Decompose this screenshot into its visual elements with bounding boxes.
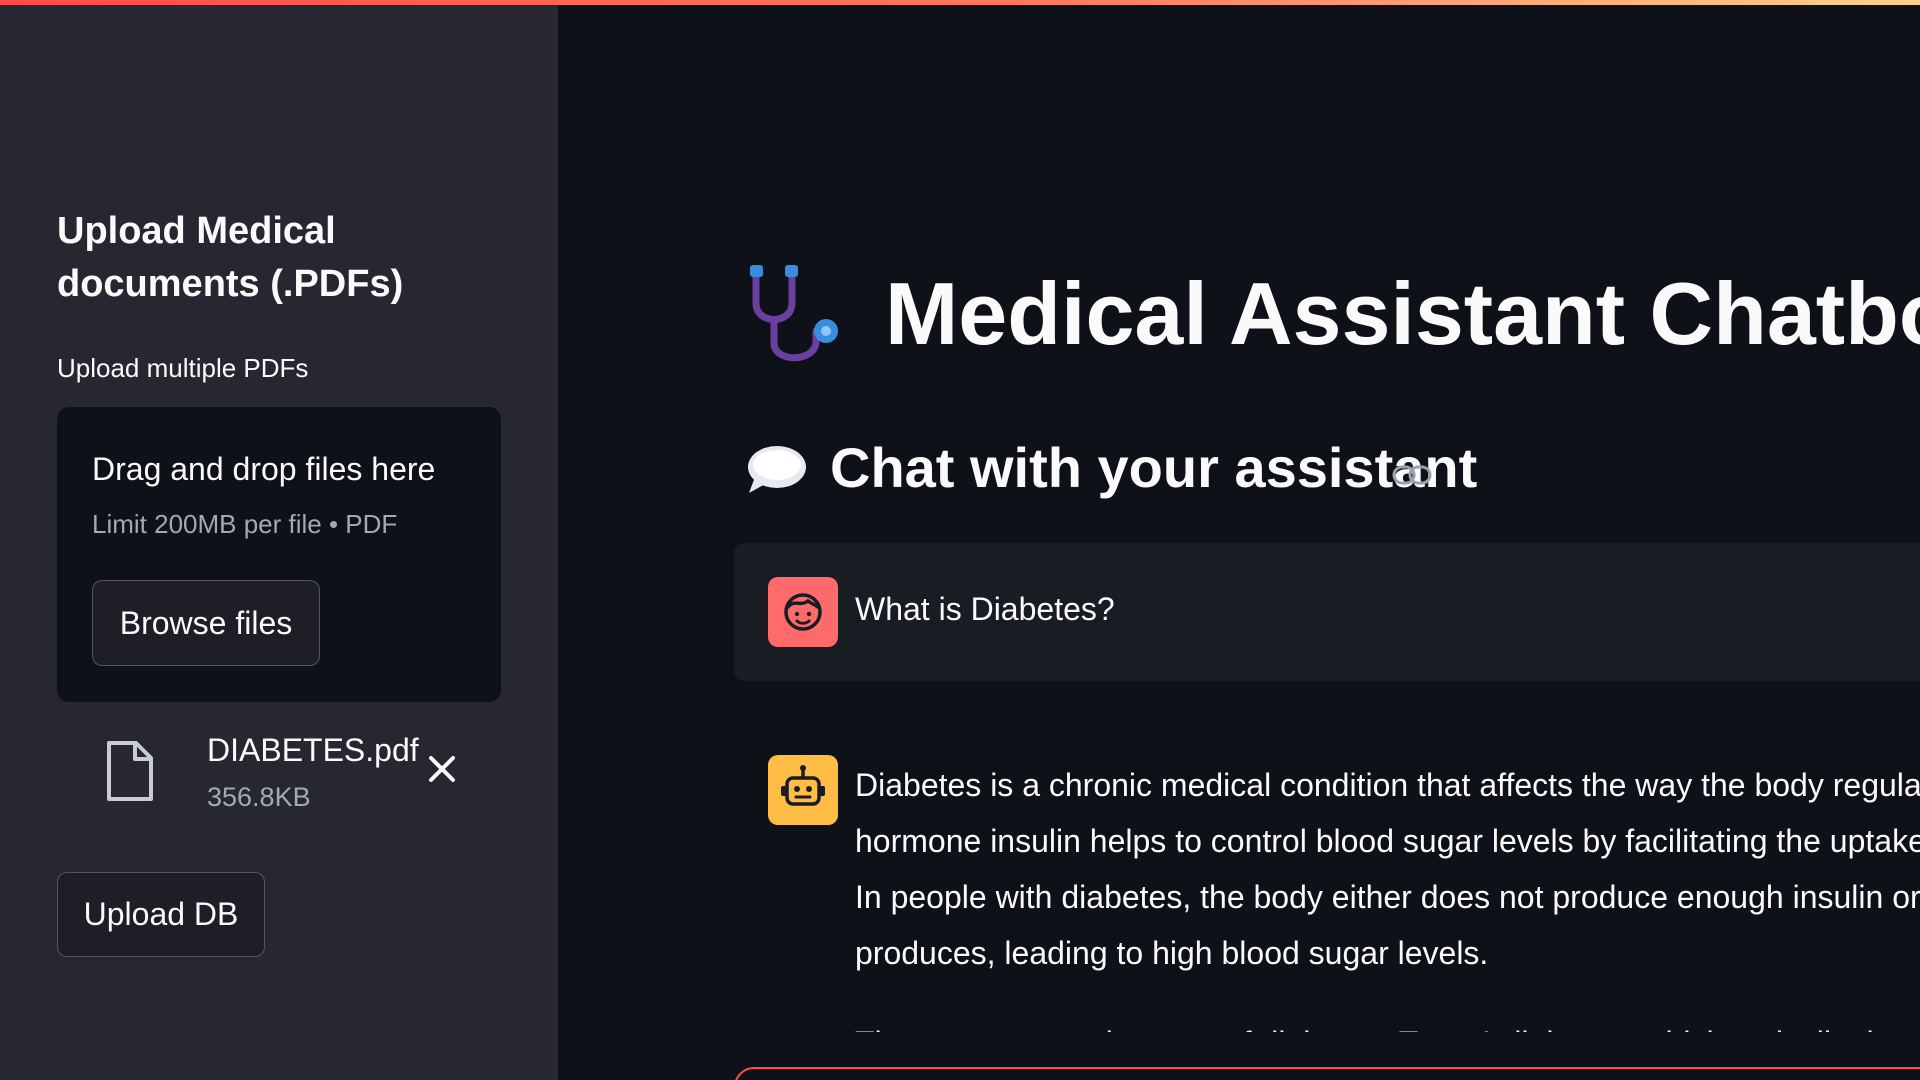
browse-files-button[interactable]: Browse files — [92, 580, 320, 666]
assistant-message-text: Diabetes is a chronic medical condition … — [855, 757, 1920, 1032]
robot-icon — [768, 755, 838, 825]
file-dropzone[interactable]: Drag and drop files here Limit 200MB per… — [57, 407, 501, 702]
dropzone-limit-text: Limit 200MB per file • PDF — [92, 509, 398, 539]
assistant-line: hormone insulin helps to control blood s… — [855, 823, 1920, 859]
assistant-line: In people with diabetes, the body either… — [855, 879, 1920, 915]
chat-message-assistant: Diabetes is a chronic medical condition … — [734, 745, 1920, 1045]
close-icon[interactable] — [425, 752, 459, 786]
assistant-line: Diabetes is a chronic medical condition … — [855, 767, 1920, 803]
uploaded-file-item: DIABETES.pdf 356.8KB — [105, 730, 485, 820]
link-icon[interactable] — [1392, 463, 1432, 487]
file-name: DIABETES.pdf — [207, 732, 419, 768]
dropzone-title: Drag and drop files here — [92, 451, 436, 487]
chat-message-user: What is Diabetes? — [734, 543, 1920, 681]
main-content: Medical Assistant Chatbot Chat with your… — [558, 5, 1920, 1080]
chat-input[interactable] — [734, 1067, 1920, 1080]
page-title: Medical Assistant Chatbot — [885, 264, 1920, 363]
assistant-message-viewport: Diabetes is a chronic medical condition … — [734, 745, 1920, 1032]
sidebar-title: Upload Medical documents (.PDFs) — [57, 210, 404, 305]
subheader-text: Chat with your assistant — [830, 436, 1478, 499]
stethoscope-icon — [750, 265, 838, 362]
user-face-icon — [768, 577, 838, 647]
upload-db-button[interactable]: Upload DB — [57, 872, 265, 957]
speech-balloon-icon — [748, 446, 806, 493]
assistant-line: produces, leading to high blood sugar le… — [855, 935, 1489, 971]
sidebar: Upload Medical documents (.PDFs) Upload … — [0, 5, 558, 1080]
assistant-line: There are two main types of diabetes: Ty… — [855, 1015, 1920, 1032]
user-message-text: What is Diabetes? — [855, 591, 1115, 627]
file-icon — [107, 741, 153, 801]
uploader-label: Upload multiple PDFs — [57, 353, 309, 383]
file-size: 356.8KB — [207, 782, 311, 812]
